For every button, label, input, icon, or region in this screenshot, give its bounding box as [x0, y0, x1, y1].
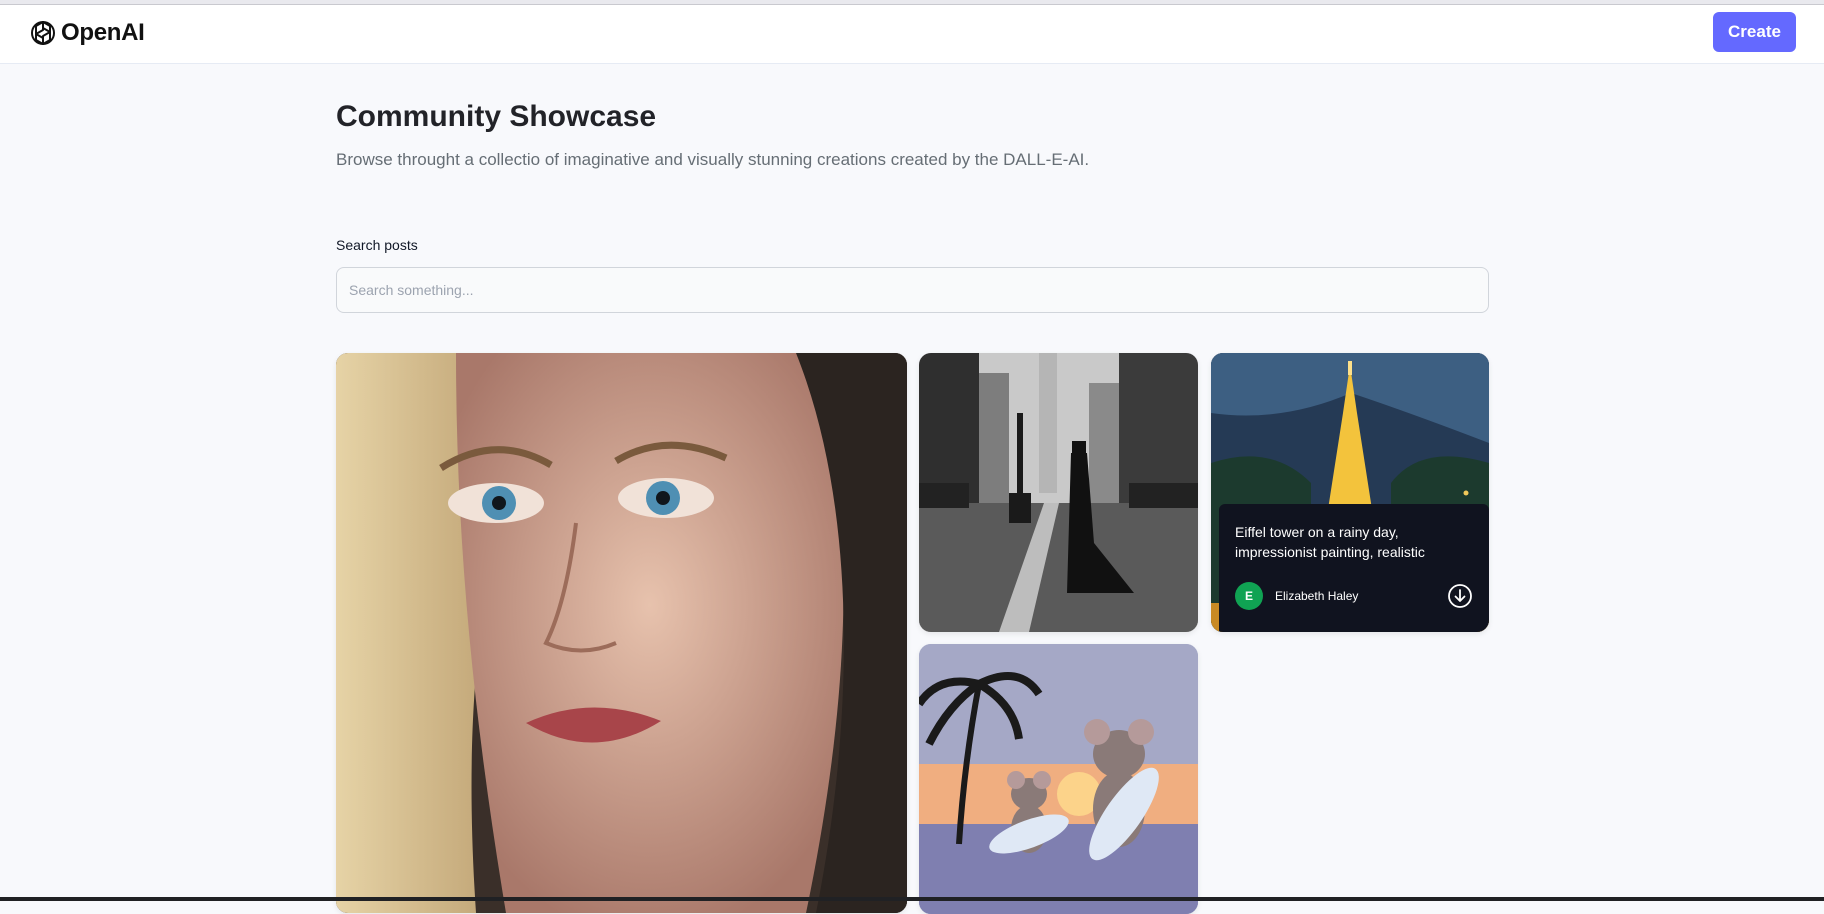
post-footer: E Elizabeth Haley: [1235, 582, 1473, 610]
post-card-surfing-mice[interactable]: [919, 644, 1198, 914]
post-card-portrait[interactable]: [336, 353, 907, 913]
city-street-image: [919, 353, 1198, 632]
surfing-mice-image: [919, 644, 1198, 914]
download-button[interactable]: [1447, 583, 1473, 609]
download-icon: [1447, 583, 1473, 609]
page-title: Community Showcase: [336, 100, 656, 134]
post-author: E Elizabeth Haley: [1235, 582, 1358, 610]
avatar: E: [1235, 582, 1263, 610]
portrait-image: [336, 353, 907, 913]
site-header: OpenAI Create: [0, 5, 1824, 64]
post-overlay: Eiffel tower on a rainy day, impressioni…: [1219, 504, 1489, 632]
openai-logo-icon: [28, 18, 58, 48]
brand-name: OpenAI: [61, 19, 145, 47]
search-label: Search posts: [336, 237, 418, 253]
openai-logo[interactable]: OpenAI: [28, 17, 145, 49]
taskbar-edge: [0, 897, 1824, 901]
post-card-eiffel-tower[interactable]: Eiffel tower on a rainy day, impressioni…: [1211, 353, 1489, 632]
author-name: Elizabeth Haley: [1275, 589, 1358, 603]
post-card-city-street[interactable]: [919, 353, 1198, 632]
post-prompt: Eiffel tower on a rainy day, impressioni…: [1235, 522, 1465, 562]
create-button[interactable]: Create: [1713, 12, 1796, 52]
search-input[interactable]: [336, 267, 1489, 313]
page-subtitle: Browse throught a collectio of imaginati…: [336, 150, 1089, 170]
